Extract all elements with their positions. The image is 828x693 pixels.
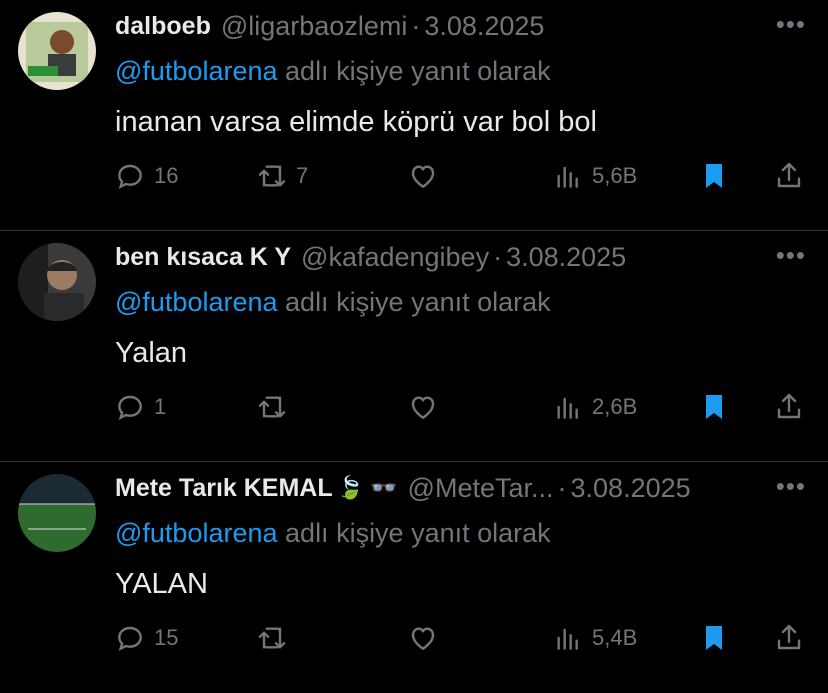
display-name[interactable]: dalboeb xyxy=(115,12,211,41)
reply-icon xyxy=(118,626,142,652)
mention-link[interactable]: @futbolarena xyxy=(115,518,278,548)
retweet-button[interactable]: 7 xyxy=(256,160,308,192)
separator-dot: · xyxy=(493,241,503,272)
more-options-icon[interactable]: ••• xyxy=(776,11,806,37)
retweet-count: 7 xyxy=(296,163,309,188)
analytics-icon xyxy=(557,397,578,419)
display-name[interactable]: Mete Tarık KEMAL xyxy=(115,474,333,503)
tweet-text: YALAN xyxy=(115,568,208,600)
reply-context: @futbolarena adlı kişiye yanıt olarak xyxy=(115,518,551,549)
reply-button[interactable]: 15 xyxy=(114,622,178,654)
reply-count: 1 xyxy=(154,394,167,419)
post-date[interactable]: 3.08.2025 xyxy=(571,473,691,504)
bookmark-icon xyxy=(706,164,722,188)
reply-button[interactable]: 16 xyxy=(114,160,178,192)
share-icon xyxy=(777,624,801,650)
reply-icon xyxy=(118,164,142,190)
bookmark-icon xyxy=(706,626,722,650)
action-bar: 16 7 5,6B xyxy=(0,160,828,194)
tweet-text: Yalan xyxy=(115,337,188,369)
tweet-2[interactable]: ben kısaca K Y @kafadengibey · 3.08.2025… xyxy=(0,231,828,462)
views-button[interactable]: 2,6B xyxy=(552,391,637,423)
bookmark-button[interactable] xyxy=(698,160,730,192)
post-date[interactable]: 3.08.2025 xyxy=(424,11,544,42)
share-button[interactable] xyxy=(773,160,805,192)
reply-suffix: adlı kişiye yanıt olarak xyxy=(285,56,551,86)
analytics-icon xyxy=(557,166,578,188)
heart-icon xyxy=(411,627,435,650)
action-bar: 1 2,6B xyxy=(0,391,828,425)
reply-suffix: adlı kişiye yanıt olarak xyxy=(285,518,551,548)
tweet-3[interactable]: Mete Tarık KEMAL 🍃 👓 @MeteTar... · 3.08.… xyxy=(0,462,828,693)
bookmark-icon xyxy=(706,395,722,419)
analytics-icon xyxy=(557,628,578,650)
reply-suffix: adlı kişiye yanıt olarak xyxy=(285,287,551,317)
retweet-icon xyxy=(258,165,286,187)
share-button[interactable] xyxy=(773,391,805,423)
share-icon xyxy=(777,162,801,188)
mention-link[interactable]: @futbolarena xyxy=(115,56,278,86)
reply-context: @futbolarena adlı kişiye yanıt olarak xyxy=(115,56,551,87)
avatar[interactable] xyxy=(18,243,96,321)
user-handle[interactable]: @MeteTar... xyxy=(408,473,554,504)
avatar[interactable] xyxy=(18,12,96,90)
views-button[interactable]: 5,6B xyxy=(552,160,637,192)
retweet-icon xyxy=(258,396,286,418)
separator-dot: · xyxy=(411,10,421,41)
like-button[interactable] xyxy=(407,622,447,654)
view-count: 5,4B xyxy=(592,625,638,650)
separator-dot: · xyxy=(557,472,567,503)
retweet-icon xyxy=(258,627,286,649)
view-count: 5,6B xyxy=(592,163,638,188)
heart-icon xyxy=(411,165,435,188)
bookmark-button[interactable] xyxy=(698,391,730,423)
tweet-1[interactable]: dalboeb @ligarbaozlemi · 3.08.2025 ••• @… xyxy=(0,0,828,231)
reply-icon xyxy=(118,395,142,421)
tweet-text: inanan varsa elimde köprü var bol bol xyxy=(115,106,597,138)
reply-count: 16 xyxy=(154,163,179,188)
retweet-button[interactable] xyxy=(256,622,296,654)
post-date[interactable]: 3.08.2025 xyxy=(506,242,626,273)
share-icon xyxy=(777,393,801,419)
name-emoji: 🍃 👓 xyxy=(336,475,398,500)
user-handle[interactable]: @ligarbaozlemi xyxy=(221,11,407,42)
more-options-icon[interactable]: ••• xyxy=(776,473,806,499)
like-button[interactable] xyxy=(407,391,447,423)
views-button[interactable]: 5,4B xyxy=(552,622,637,654)
heart-icon xyxy=(411,396,435,419)
retweet-button[interactable] xyxy=(256,391,296,423)
display-name[interactable]: ben kısaca K Y xyxy=(115,243,291,272)
reply-count: 15 xyxy=(154,625,179,650)
action-bar: 15 5,4B xyxy=(0,622,828,656)
share-button[interactable] xyxy=(773,622,805,654)
like-button[interactable] xyxy=(407,160,447,192)
reply-button[interactable]: 1 xyxy=(114,391,166,423)
avatar[interactable] xyxy=(18,474,96,552)
user-handle[interactable]: @kafadengibey xyxy=(301,242,489,273)
view-count: 2,6B xyxy=(592,394,638,419)
bookmark-button[interactable] xyxy=(698,622,730,654)
more-options-icon[interactable]: ••• xyxy=(776,242,806,268)
mention-link[interactable]: @futbolarena xyxy=(115,287,278,317)
reply-context: @futbolarena adlı kişiye yanıt olarak xyxy=(115,287,551,318)
